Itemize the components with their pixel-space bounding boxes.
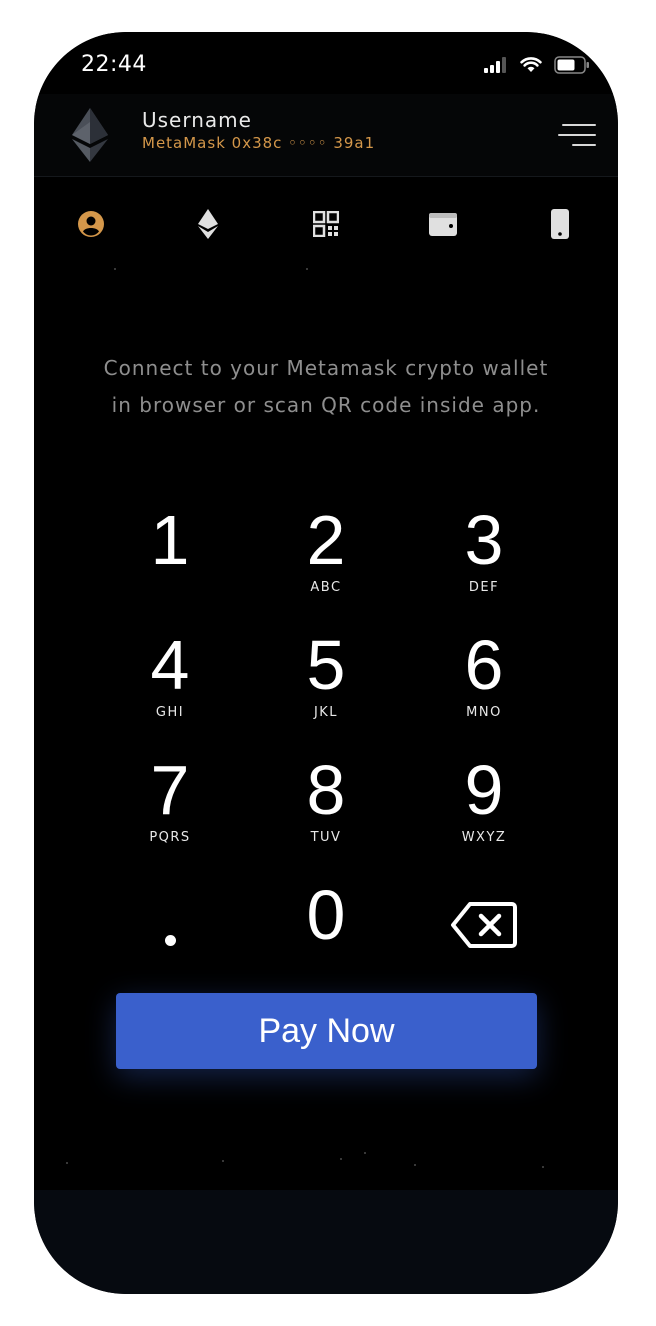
key-backspace[interactable] — [419, 877, 549, 987]
background-speck — [414, 1164, 416, 1166]
background-speck — [306, 268, 308, 270]
key-5[interactable]: 5 JKL — [261, 627, 391, 737]
tab-wallet[interactable] — [425, 206, 461, 242]
cellular-signal-icon — [484, 57, 506, 73]
background-speck — [364, 1152, 366, 1154]
key-letters — [105, 580, 235, 596]
key-digit: 7 — [150, 751, 190, 829]
key-letters — [261, 955, 391, 971]
battery-icon — [554, 56, 589, 74]
pay-now-button[interactable]: Pay Now — [116, 993, 537, 1069]
key-digit: 6 — [464, 626, 504, 704]
key-letters: DEF — [468, 580, 500, 595]
key-letters: ABC — [310, 580, 342, 595]
key-8[interactable]: 8 TUV — [261, 752, 391, 862]
key-2[interactable]: 2 ABC — [261, 502, 391, 612]
background-speck — [114, 268, 116, 270]
key-letters: GHI — [155, 705, 185, 720]
key-0[interactable]: 0 — [261, 877, 391, 987]
backspace-icon — [451, 902, 517, 948]
key-6[interactable]: 6 MNO — [419, 627, 549, 737]
background-speck — [340, 1158, 342, 1160]
phone-screen: 22:44 Username MetaMask 0x38c ◦◦◦◦ 39a1 … — [34, 32, 618, 1294]
wifi-icon — [520, 57, 542, 72]
wallet-icon — [429, 213, 457, 236]
ethereum-logo-icon — [72, 108, 108, 162]
background-speck — [222, 1160, 224, 1162]
menu-button[interactable] — [556, 120, 596, 152]
key-letters: MNO — [466, 705, 502, 720]
bottom-area — [34, 1190, 618, 1294]
key-1[interactable]: 1 — [105, 502, 235, 612]
mobile-phone-icon — [551, 209, 569, 239]
decimal-point-icon — [165, 935, 176, 946]
key-letters: TUV — [310, 830, 342, 845]
hamburger-menu-icon — [562, 124, 596, 126]
tab-qr-code[interactable] — [308, 206, 344, 242]
key-digit: 9 — [464, 751, 504, 829]
key-9[interactable]: 9 WXYZ — [419, 752, 549, 862]
key-digit: 4 — [150, 626, 190, 704]
key-letters: JKL — [313, 705, 339, 720]
key-decimal[interactable] — [105, 877, 235, 987]
background-speck — [66, 1162, 68, 1164]
tab-mobile[interactable] — [542, 206, 578, 242]
key-digit: 5 — [306, 626, 346, 704]
username: Username — [142, 108, 252, 132]
tab-ethereum[interactable] — [190, 206, 226, 242]
user-circle-icon — [78, 211, 104, 237]
key-digit: 2 — [306, 501, 346, 579]
tab-bar — [34, 178, 618, 268]
status-bar: 22:44 — [34, 32, 618, 94]
key-letters: WXYZ — [461, 830, 507, 845]
ethereum-icon — [198, 209, 218, 239]
account-header: Username MetaMask 0x38c ◦◦◦◦ 39a1 — [34, 94, 618, 177]
key-7[interactable]: 7 PQRS — [105, 752, 235, 862]
key-3[interactable]: 3 DEF — [419, 502, 549, 612]
key-4[interactable]: 4 GHI — [105, 627, 235, 737]
key-digit: 8 — [306, 751, 346, 829]
key-letters: PQRS — [149, 830, 191, 845]
status-time: 22:44 — [81, 52, 147, 77]
qr-code-icon — [313, 211, 339, 237]
wallet-address: MetaMask 0x38c ◦◦◦◦ 39a1 — [142, 134, 376, 152]
key-digit: 1 — [150, 501, 190, 579]
background-speck — [542, 1166, 544, 1168]
connect-instructions: Connect to your Metamask crypto wallet i… — [103, 356, 549, 417]
key-digit: 3 — [464, 501, 504, 579]
tab-profile[interactable] — [73, 206, 109, 242]
status-icons — [484, 56, 590, 74]
key-digit: 0 — [306, 876, 346, 954]
